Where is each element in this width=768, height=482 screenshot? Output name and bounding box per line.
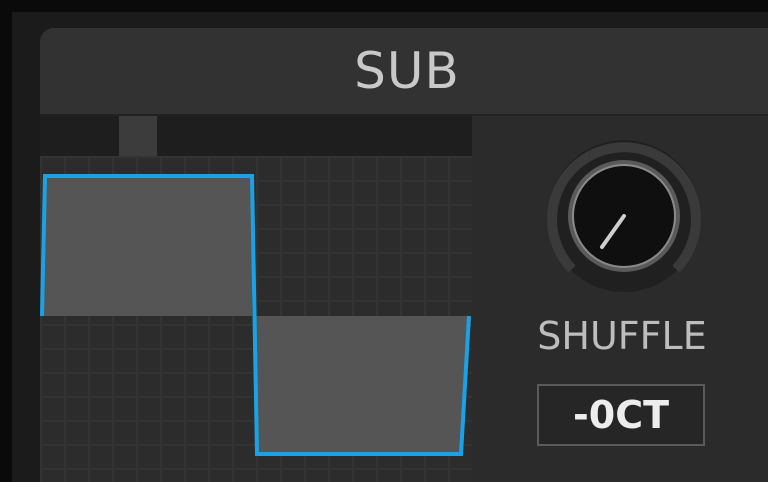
panel-header: SUB xyxy=(40,28,768,116)
sub-oscillator-app: SUB SHUFFLE -0CT xyxy=(0,0,768,482)
knob-icon xyxy=(547,140,701,292)
shuffle-label: SHUFFLE xyxy=(537,314,707,358)
controls-area: SHUFFLE -0CT xyxy=(472,116,768,482)
shuffle-knob[interactable] xyxy=(544,136,704,296)
octave-value-display[interactable]: -0CT xyxy=(537,384,705,446)
waveform-fill-positive xyxy=(42,176,252,316)
sub-panel: SUB SHUFFLE -0CT xyxy=(40,28,768,482)
waveform-display[interactable] xyxy=(40,116,472,482)
panel-title: SUB xyxy=(354,42,460,100)
waveform-graph xyxy=(40,174,471,456)
waveform-fill-negative xyxy=(254,316,469,454)
